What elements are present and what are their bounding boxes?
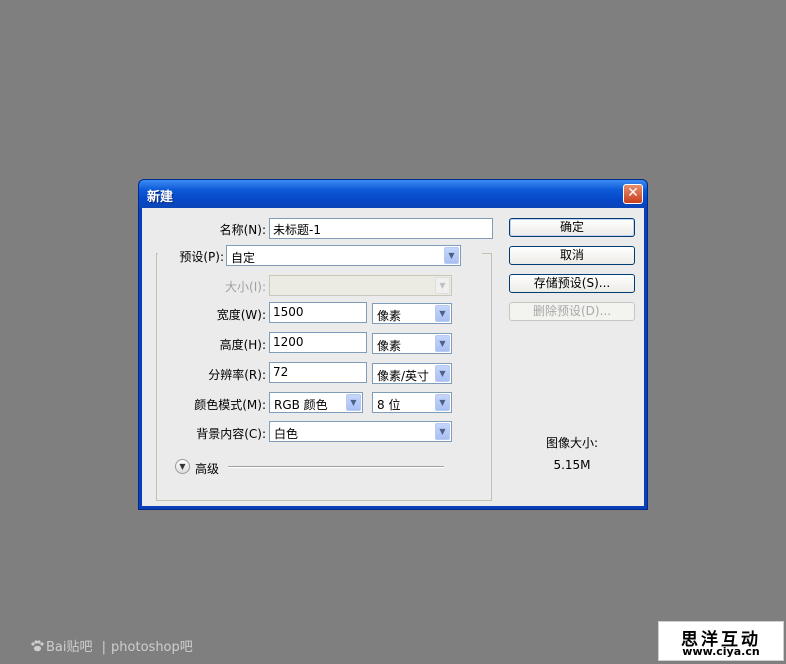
advanced-divider — [228, 466, 444, 468]
baidu-tieba-watermark: Bai贴吧 | photoshop吧 — [30, 636, 193, 655]
chevron-down-icon[interactable]: ▼ — [444, 247, 459, 264]
background-select[interactable]: 白色 ▼ — [269, 421, 452, 442]
new-document-dialog: 新建 ✕ 名称(N): 未标题-1 预设(P): 自定 ▼ 大小(I): ▼ 宽… — [138, 179, 648, 510]
color-mode-select[interactable]: RGB 颜色 ▼ — [269, 392, 363, 413]
width-input[interactable]: 1500 — [269, 302, 367, 323]
image-size-label: 图像大小: — [545, 436, 599, 450]
height-input[interactable]: 1200 — [269, 332, 367, 353]
dialog-titlebar[interactable]: 新建 ✕ — [139, 180, 647, 208]
image-size-value: 5.15M — [553, 458, 591, 472]
chevron-down-icon[interactable]: ▼ — [435, 365, 450, 382]
height-label: 高度(H): — [219, 338, 266, 352]
bit-depth-value: 8 位 — [377, 398, 401, 412]
watermark-forum: photoshop吧 — [111, 640, 193, 655]
background-value: 白色 — [274, 427, 299, 441]
background-label: 背景内容(C): — [196, 427, 266, 441]
resolution-unit-value: 像素/英寸 — [377, 369, 430, 383]
name-input[interactable]: 未标题-1 — [269, 218, 493, 239]
expand-advanced-icon[interactable]: ▼ — [175, 459, 190, 474]
width-unit-value: 像素 — [377, 309, 402, 323]
color-mode-label: 颜色模式(M): — [194, 398, 266, 412]
chevron-down-icon[interactable]: ▼ — [435, 305, 450, 322]
height-unit-select[interactable]: 像素 ▼ — [372, 333, 452, 354]
delete-preset-button: 删除预设(D)... — [509, 302, 635, 321]
preset-select-value: 自定 — [231, 251, 256, 265]
baidu-paw-icon — [31, 640, 44, 652]
cancel-button[interactable]: 取消 — [509, 246, 635, 265]
height-unit-value: 像素 — [377, 339, 402, 353]
preset-select[interactable]: 自定 ▼ — [226, 245, 461, 266]
ciya-watermark: 思洋互动 www.ciya.cn — [658, 621, 784, 661]
name-label: 名称(N): — [219, 223, 266, 237]
ok-button[interactable]: 确定 — [509, 218, 635, 237]
chevron-down-icon: ▼ — [435, 277, 450, 294]
resolution-label: 分辨率(R): — [208, 368, 266, 382]
size-select: ▼ — [269, 275, 452, 296]
size-label: 大小(I): — [225, 280, 266, 294]
watermark-separator: | — [101, 640, 107, 655]
advanced-label[interactable]: 高级 — [195, 460, 225, 477]
color-mode-value: RGB 颜色 — [274, 398, 328, 412]
dialog-body: 名称(N): 未标题-1 预设(P): 自定 ▼ 大小(I): ▼ 宽度(W):… — [142, 208, 644, 506]
watermark-url: www.ciya.cn — [682, 645, 760, 658]
chevron-down-icon[interactable]: ▼ — [346, 394, 361, 411]
width-unit-select[interactable]: 像素 ▼ — [372, 303, 452, 324]
preset-label: 预设(P): — [179, 250, 224, 264]
bit-depth-select[interactable]: 8 位 ▼ — [372, 392, 452, 413]
watermark-brand-suffix: 贴吧 — [66, 640, 93, 655]
chevron-down-icon[interactable]: ▼ — [435, 335, 450, 352]
dialog-title: 新建 — [147, 190, 174, 205]
resolution-unit-select[interactable]: 像素/英寸 ▼ — [372, 363, 452, 384]
chevron-down-icon[interactable]: ▼ — [435, 394, 450, 411]
width-label: 宽度(W): — [216, 308, 266, 322]
chevron-down-icon[interactable]: ▼ — [435, 423, 450, 440]
save-preset-button[interactable]: 存储预设(S)... — [509, 274, 635, 293]
resolution-input[interactable]: 72 — [269, 362, 367, 383]
watermark-brand: Bai — [46, 640, 67, 655]
close-icon[interactable]: ✕ — [623, 184, 643, 204]
